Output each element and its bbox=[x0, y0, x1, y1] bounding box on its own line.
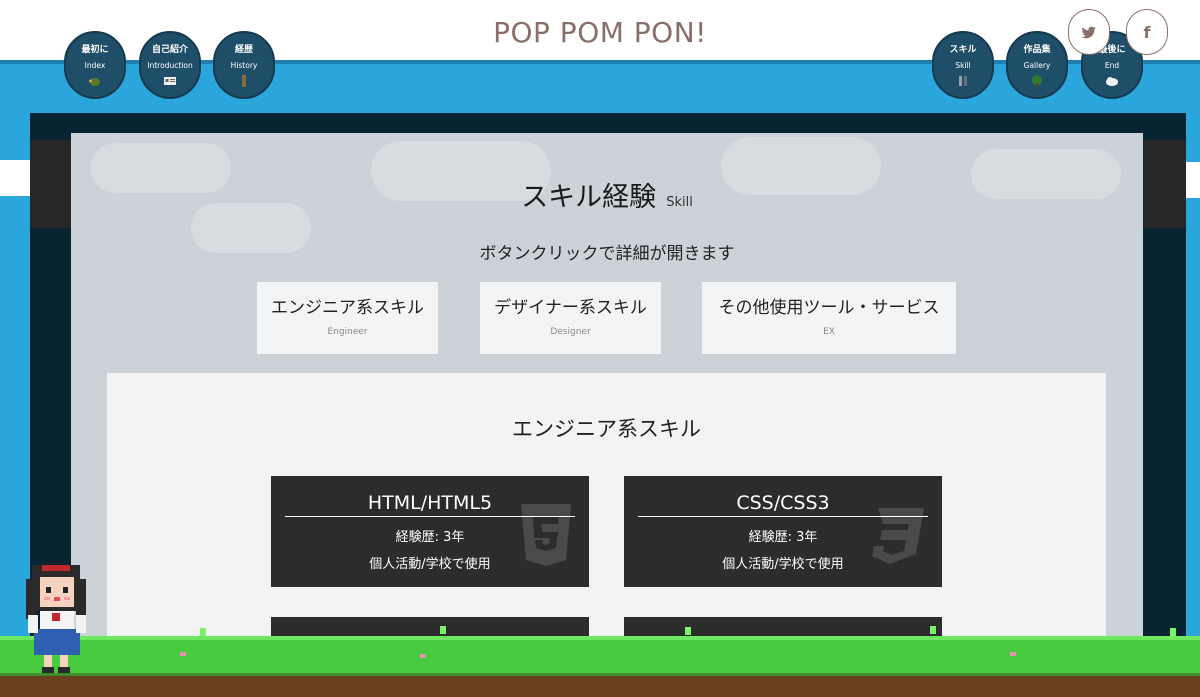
grass-blade bbox=[685, 627, 691, 635]
nav-label-jp: 最初に bbox=[81, 45, 109, 55]
nav-label-en: Introduction bbox=[147, 61, 193, 70]
section-subtitle: Skill bbox=[666, 195, 693, 210]
tools-icon bbox=[959, 76, 967, 86]
frame-side-bar bbox=[30, 140, 71, 228]
tab-label: その他使用ツール・サービス bbox=[718, 298, 940, 318]
dirt-ground bbox=[0, 676, 1200, 697]
tab-engineer[interactable]: エンジニア系スキル Engineer bbox=[257, 282, 438, 354]
id-card-icon bbox=[164, 77, 176, 85]
skill-card-experience: 経験歴: 3年 bbox=[395, 530, 465, 545]
tab-other-tools[interactable]: その他使用ツール・サービス EX bbox=[702, 282, 956, 354]
nav-label-en: History bbox=[230, 61, 258, 70]
grass-blade bbox=[930, 626, 936, 634]
nav-label-jp: 自己紹介 bbox=[151, 45, 188, 55]
skill-card-usage: 個人活動/学校で使用 bbox=[369, 557, 491, 572]
nav-introduction-button[interactable]: 自己紹介 Introduction bbox=[139, 31, 201, 99]
nav-history-button[interactable]: 経歴 History bbox=[213, 31, 275, 99]
tab-label: エンジニア系スキル bbox=[271, 298, 424, 318]
panel-title: エンジニア系スキル bbox=[512, 417, 701, 441]
side-cloud bbox=[1186, 162, 1200, 198]
grass-blade bbox=[200, 628, 206, 636]
pixel-girl-character[interactable] bbox=[20, 561, 92, 676]
nav-label-jp: 作品集 bbox=[1023, 45, 1051, 55]
nav-label-en: Gallery bbox=[1023, 61, 1051, 70]
section-hint: ボタンクリックで詳細が開きます bbox=[479, 244, 735, 264]
skill-section: スキル経験 Skill ボタンクリックで詳細が開きます エンジニア系スキル Eng… bbox=[71, 133, 1143, 673]
skill-card-html[interactable]: HTML/HTML5 経験歴: 3年 個人活動/学校で使用 bbox=[271, 476, 589, 587]
skill-card-usage: 個人活動/学校で使用 bbox=[722, 557, 844, 572]
twitter-icon bbox=[1081, 26, 1096, 39]
nav-label-jp: 経歴 bbox=[234, 45, 253, 55]
nav-label-en: Index bbox=[84, 61, 106, 70]
skill-card-title: HTML/HTML5 bbox=[285, 492, 575, 517]
nav-skill-button[interactable]: スキル Skill bbox=[932, 31, 994, 99]
grass-blade bbox=[440, 626, 446, 634]
nav-gallery-button[interactable]: 作品集 Gallery bbox=[1006, 31, 1068, 99]
tab-label: デザイナー系スキル bbox=[494, 298, 647, 318]
skill-card-css[interactable]: CSS/CSS3 経験歴: 3年 個人活動/学校で使用 bbox=[624, 476, 942, 587]
facebook-button[interactable]: f bbox=[1126, 9, 1168, 55]
scroll-icon bbox=[242, 75, 246, 87]
tab-sublabel: Engineer bbox=[327, 327, 368, 337]
twitter-button[interactable] bbox=[1068, 9, 1110, 55]
turtle-icon bbox=[88, 78, 100, 86]
nav-label-en: End bbox=[1104, 61, 1120, 70]
frame-side-bar bbox=[1143, 140, 1186, 228]
flower bbox=[180, 652, 186, 656]
nav-label-en: Skill bbox=[955, 61, 971, 70]
tab-designer[interactable]: デザイナー系スキル Designer bbox=[480, 282, 661, 354]
nav-label-jp: スキル bbox=[949, 45, 977, 55]
tab-sublabel: Designer bbox=[550, 327, 591, 337]
side-cloud bbox=[0, 160, 30, 196]
tab-sublabel: EX bbox=[823, 327, 835, 337]
cloud-icon bbox=[1106, 77, 1118, 86]
nav-index-button[interactable]: 最初に Index bbox=[64, 31, 126, 99]
engineer-skill-panel: エンジニア系スキル HTML/HTML5 経験歴: 3年 個人活動/学校で使用 … bbox=[107, 373, 1106, 673]
section-title-text: スキル経験 bbox=[521, 182, 657, 213]
skill-card-experience: 経験歴: 3年 bbox=[748, 530, 818, 545]
tree-icon bbox=[1032, 75, 1042, 87]
grass-blade bbox=[1170, 628, 1176, 636]
skill-card-title: CSS/CSS3 bbox=[638, 492, 928, 517]
flower bbox=[1010, 652, 1016, 656]
flower bbox=[420, 654, 426, 658]
facebook-icon: f bbox=[1143, 23, 1151, 42]
section-title: スキル経験 Skill bbox=[71, 175, 1143, 214]
